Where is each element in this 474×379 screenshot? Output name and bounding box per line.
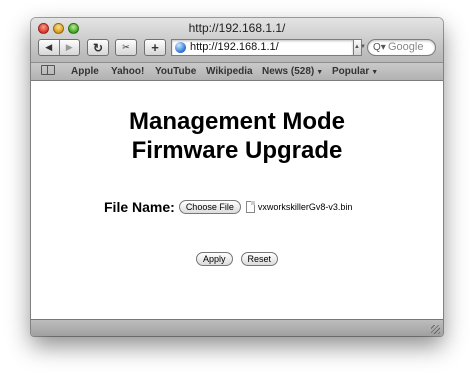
forward-button[interactable]: ▶ bbox=[60, 40, 80, 55]
window-title: http://192.168.1.1/ bbox=[188, 21, 286, 35]
bookmark-youtube[interactable]: YouTube bbox=[155, 66, 196, 77]
reload-button[interactable]: ↻ bbox=[87, 39, 109, 56]
choose-file-button[interactable]: Choose File bbox=[178, 200, 241, 214]
bookmark-news[interactable]: News (528) ▼ bbox=[262, 66, 323, 77]
page-title-line1: Management Mode bbox=[128, 108, 346, 135]
status-bar bbox=[31, 319, 443, 336]
address-text: http://192.168.1.1/ bbox=[190, 41, 279, 53]
page-title-line2: Firmware Upgrade bbox=[131, 137, 343, 164]
form-actions: Apply Reset bbox=[196, 252, 279, 266]
address-bar[interactable]: http://192.168.1.1/ bbox=[171, 39, 354, 56]
book-icon[interactable] bbox=[41, 65, 55, 75]
search-placeholder: Google bbox=[388, 41, 424, 53]
page-content: Management Mode Firmware Upgrade File Na… bbox=[31, 80, 443, 319]
back-button[interactable]: ◀ bbox=[39, 40, 59, 55]
reset-button[interactable]: Reset bbox=[240, 252, 279, 266]
chevron-down-icon: ▼ bbox=[316, 69, 324, 76]
search-field[interactable]: Q▾ Google bbox=[367, 39, 436, 56]
file-name-label: File Name: bbox=[104, 199, 175, 215]
bookmark-popular[interactable]: Popular ▼ bbox=[332, 66, 378, 77]
address-dropdown-icon[interactable]: ▲▼ bbox=[354, 39, 366, 56]
browser-chrome: http://192.168.1.1/ ◀ ▶ ↻ ✂ + http://192… bbox=[31, 18, 443, 80]
bookmark-popular-label: Popular bbox=[332, 66, 370, 77]
document-icon bbox=[245, 201, 255, 213]
toolbar: ◀ ▶ ↻ ✂ + http://192.168.1.1/ ▲▼ Q▾ Goog… bbox=[31, 39, 443, 59]
page-title: Management Mode Firmware Upgrade bbox=[31, 107, 443, 165]
bookmark-wikipedia[interactable]: Wikipedia bbox=[206, 66, 253, 77]
globe-icon bbox=[175, 42, 186, 53]
chosen-file-name: vxworkskillerGv8-v3.bin bbox=[257, 202, 353, 212]
browser-window: http://192.168.1.1/ ◀ ▶ ↻ ✂ + http://192… bbox=[31, 18, 443, 336]
bookmark-apple[interactable]: Apple bbox=[71, 66, 99, 77]
add-bookmark-button[interactable]: + bbox=[144, 39, 166, 56]
chevron-down-icon: ▼ bbox=[371, 69, 379, 76]
search-icon: Q▾ bbox=[373, 42, 386, 53]
file-upload-row: File Name: Choose File vxworkskillerGv8-… bbox=[104, 198, 352, 216]
bookmark-news-label: News (528) bbox=[262, 66, 315, 77]
apply-button[interactable]: Apply bbox=[196, 252, 233, 266]
back-forward-group: ◀ ▶ bbox=[38, 39, 80, 56]
bookmark-yahoo[interactable]: Yahoo! bbox=[111, 66, 144, 77]
snapshot-button[interactable]: ✂ bbox=[115, 39, 137, 56]
bookmarks-bar: Apple Yahoo! YouTube Wikipedia News (528… bbox=[31, 62, 443, 80]
resize-grip-icon[interactable] bbox=[431, 325, 440, 334]
